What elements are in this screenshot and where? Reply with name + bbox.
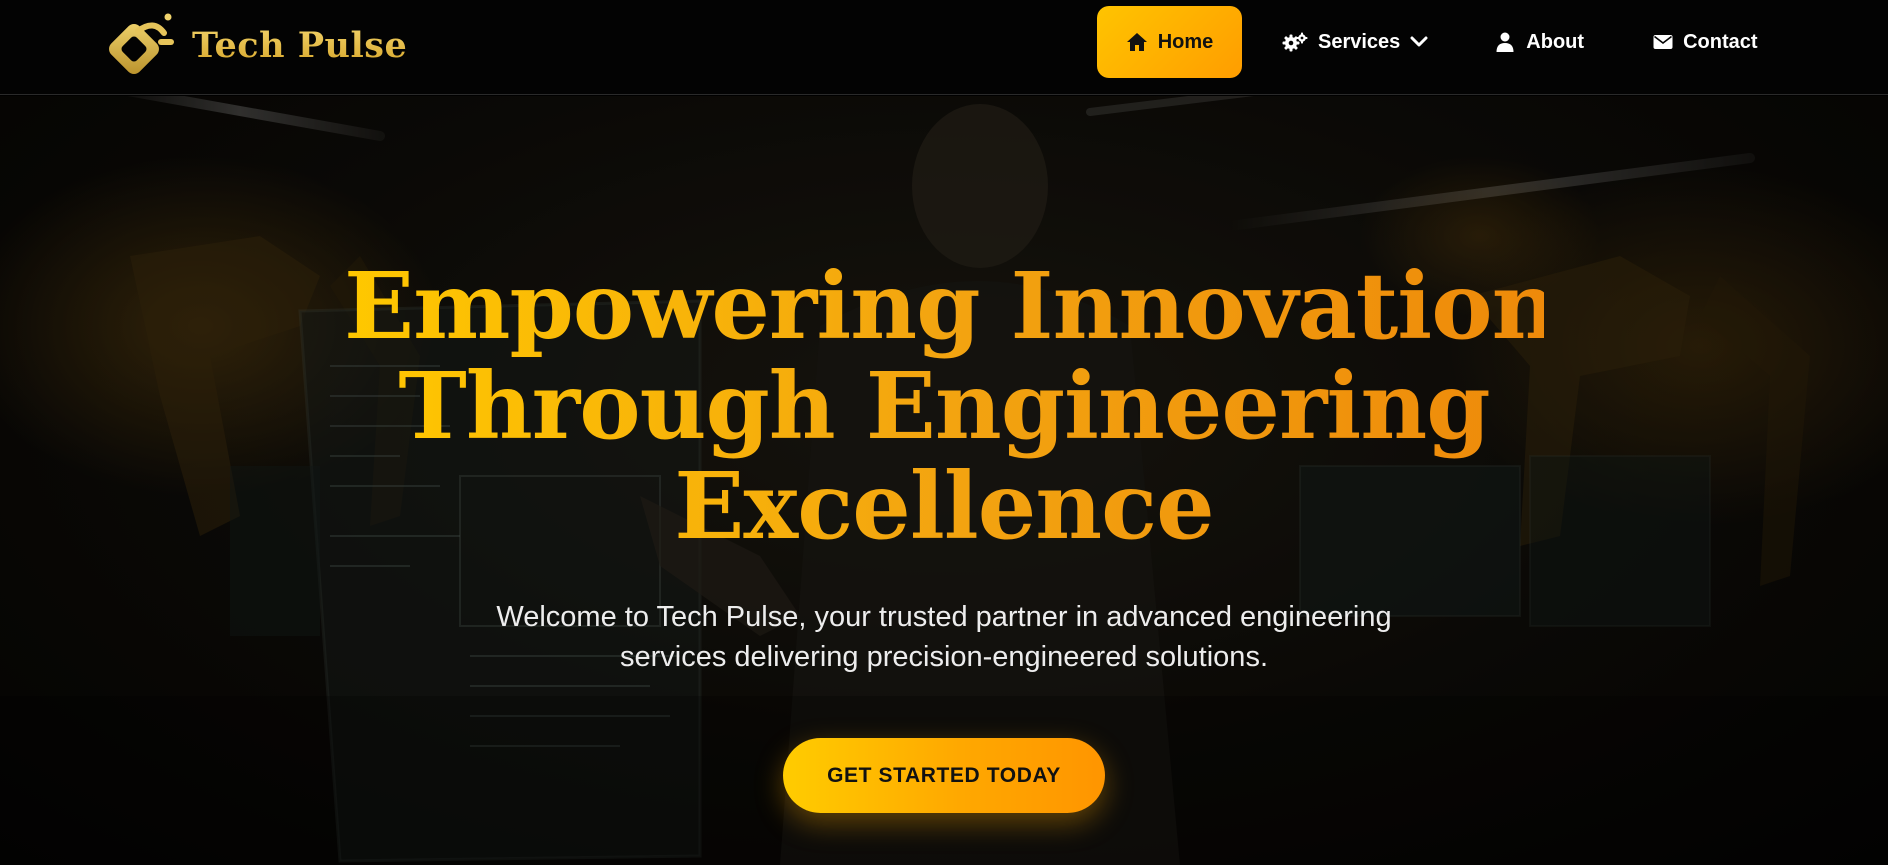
main-nav: Home Services About Contact: [1097, 6, 1758, 78]
nav-home-label: Home: [1157, 30, 1214, 53]
hero-subtitle-line: Welcome to Tech Pulse, your trusted part…: [496, 601, 1392, 633]
get-started-button[interactable]: GET STARTED TODAY: [783, 738, 1105, 813]
home-icon: [1126, 33, 1147, 51]
gears-icon: [1282, 32, 1308, 52]
nav-services-label: Services: [1318, 30, 1401, 53]
hero-title-line: Excellence: [674, 452, 1214, 560]
hero-section: Empowering Innovation Through Engineerin…: [0, 96, 1888, 865]
nav-contact-label: Contact: [1683, 30, 1758, 53]
nav-about-label: About: [1526, 30, 1585, 53]
navbar: Tech Pulse Home Services About Contact: [0, 0, 1888, 95]
brand-name: Tech Pulse: [192, 24, 408, 66]
hero-subtitle-line: services delivering precision-engineered…: [619, 641, 1268, 673]
hero-title: Empowering Innovation Through Engineerin…: [344, 256, 1544, 556]
brand-link[interactable]: Tech Pulse: [108, 8, 407, 82]
hero-subtitle: Welcome to Tech Pulse, your trusted part…: [444, 597, 1444, 677]
nav-contact-link[interactable]: Contact: [1653, 6, 1758, 78]
nav-services-dropdown[interactable]: Services: [1282, 6, 1428, 78]
nav-about-link[interactable]: About: [1496, 6, 1584, 78]
user-icon: [1496, 32, 1514, 52]
nav-home-link[interactable]: Home: [1097, 6, 1242, 78]
hero-title-line: Empowering Innovation: [344, 252, 1558, 360]
envelope-icon: [1653, 35, 1673, 49]
hero-title-line: Through Engineering: [398, 352, 1490, 460]
tech-pulse-logo-icon: [109, 13, 174, 74]
chevron-down-icon: [1410, 36, 1428, 47]
